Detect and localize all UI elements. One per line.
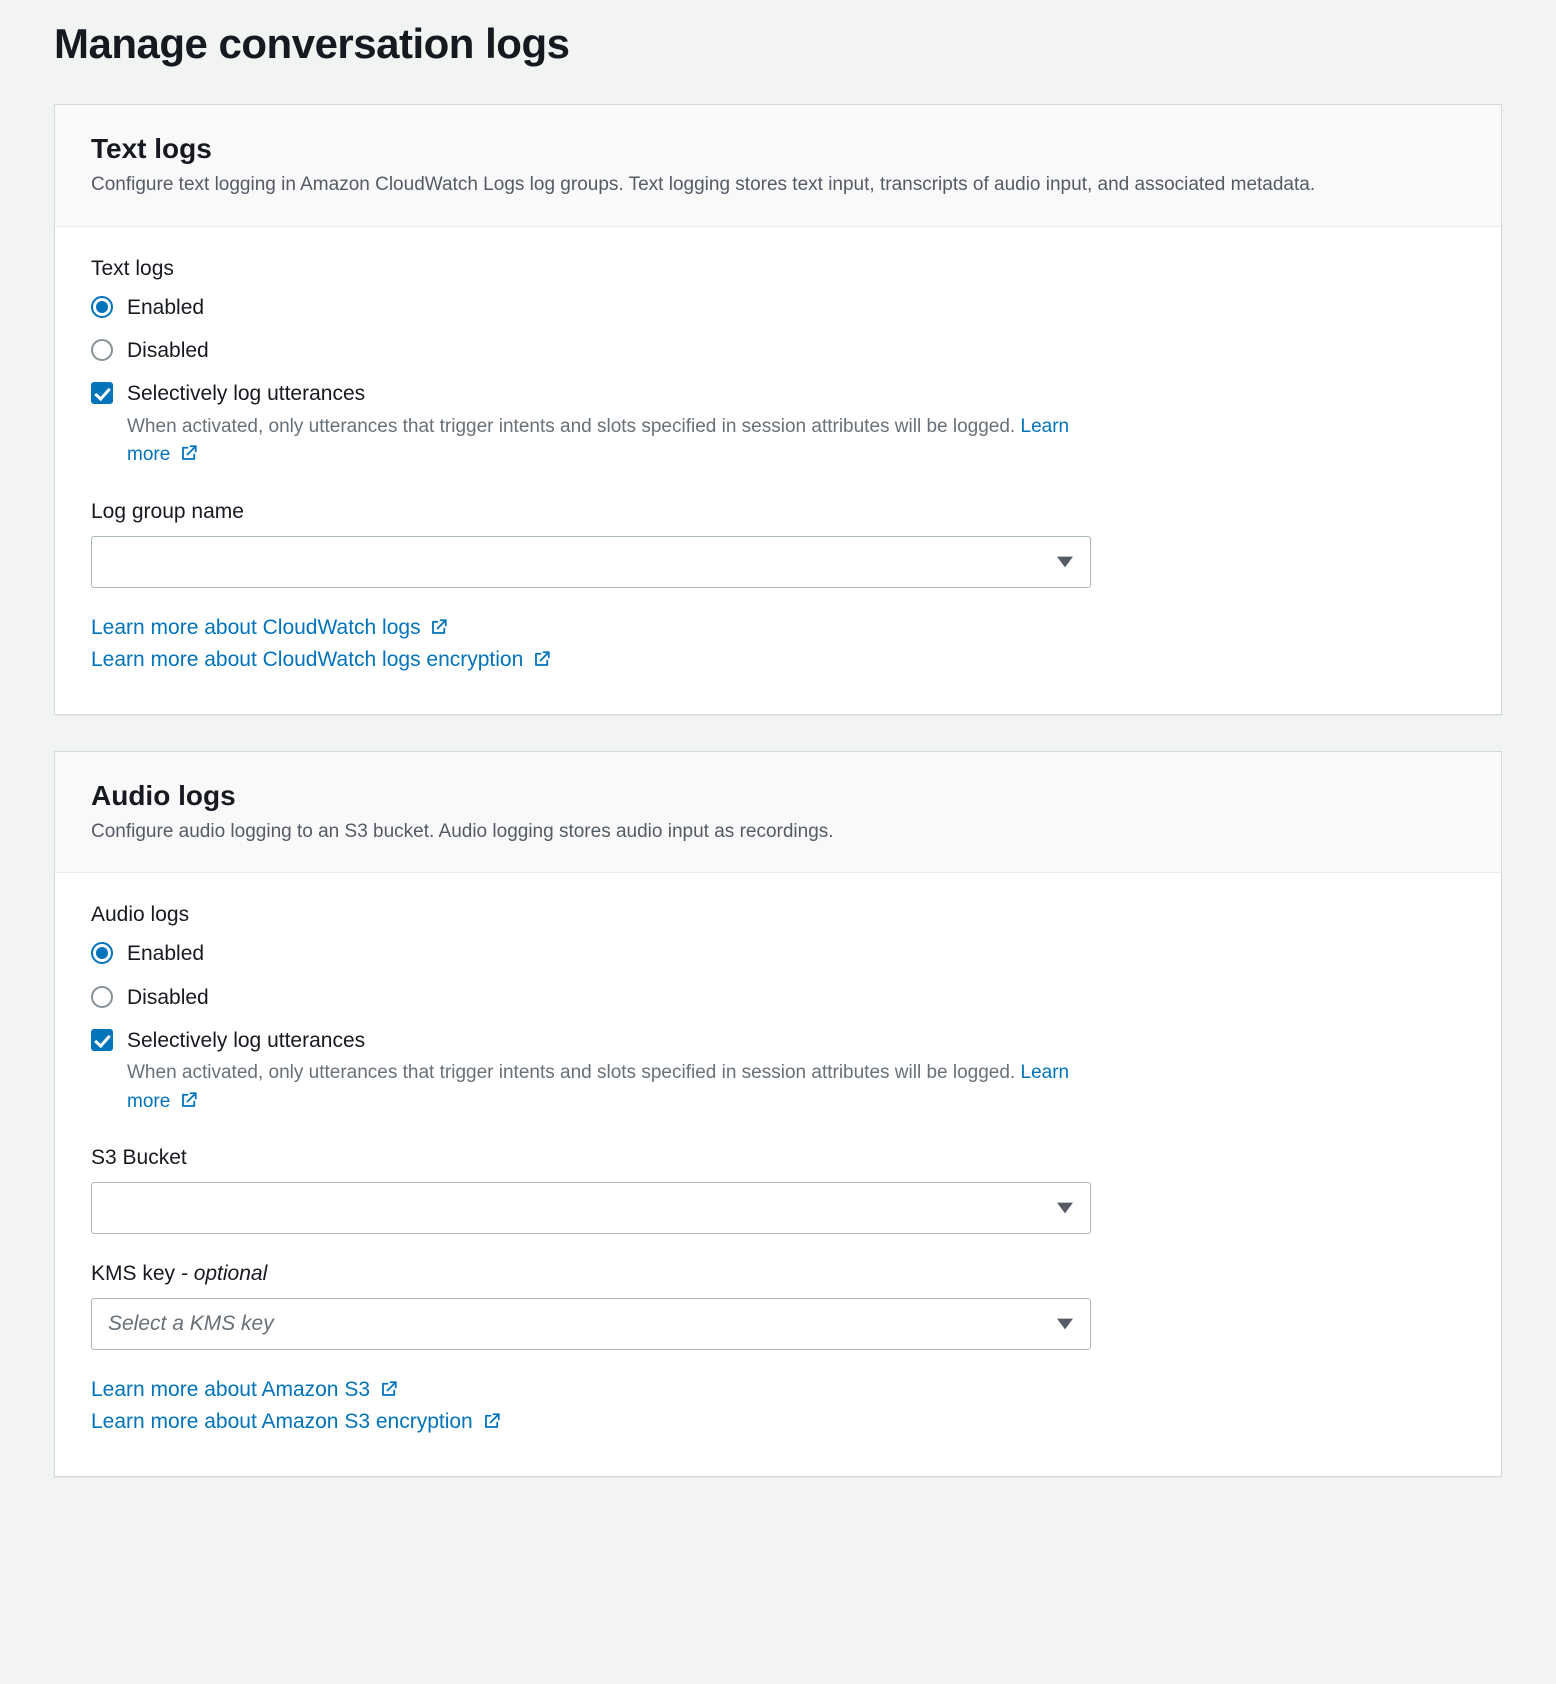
text-logs-title: Text logs <box>91 133 1465 165</box>
external-link-icon <box>430 618 448 642</box>
audio-logs-disabled-radio[interactable]: Disabled <box>91 983 1465 1012</box>
external-link-icon <box>380 1380 398 1404</box>
audio-logs-panel: Audio logs Configure audio logging to an… <box>54 751 1502 1478</box>
radio-label: Enabled <box>127 293 204 322</box>
link-text: Learn more about Amazon S3 encryption <box>91 1410 473 1433</box>
radio-icon <box>91 296 113 318</box>
kms-key-label: KMS key - optional <box>91 1262 1465 1286</box>
radio-icon <box>91 339 113 361</box>
checkbox-icon <box>91 1029 113 1051</box>
audio-logs-enabled-radio[interactable]: Enabled <box>91 939 1465 968</box>
log-group-name-select[interactable] <box>91 536 1091 588</box>
text-logs-panel: Text logs Configure text logging in Amaz… <box>54 104 1502 715</box>
audio-logs-header: Audio logs Configure audio logging to an… <box>55 752 1501 874</box>
link-text: Learn more about Amazon S3 <box>91 1378 370 1401</box>
s3-bucket-label: S3 Bucket <box>91 1146 1465 1170</box>
external-link-icon <box>180 443 198 472</box>
kms-key-select[interactable]: Select a KMS key <box>91 1298 1091 1350</box>
checkbox-label: Selectively log utterances <box>127 379 365 408</box>
external-link-icon <box>180 1090 198 1119</box>
audio-logs-description: Configure audio logging to an S3 bucket.… <box>91 818 1465 847</box>
checkbox-icon <box>91 382 113 404</box>
cloudwatch-logs-link[interactable]: Learn more about CloudWatch logs <box>91 616 448 639</box>
cloudwatch-encryption-link[interactable]: Learn more about CloudWatch logs encrypt… <box>91 648 551 671</box>
kms-placeholder: Select a KMS key <box>108 1312 274 1336</box>
audio-logs-radio-label: Audio logs <box>91 903 1465 927</box>
radio-label: Disabled <box>127 983 209 1012</box>
radio-icon <box>91 986 113 1008</box>
external-link-icon <box>483 1412 501 1436</box>
checkbox-label: Selectively log utterances <box>127 1026 365 1055</box>
amazon-s3-encryption-link[interactable]: Learn more about Amazon S3 encryption <box>91 1410 501 1433</box>
help-text: When activated, only utterances that tri… <box>127 416 1015 437</box>
link-text: Learn more about CloudWatch logs encrypt… <box>91 648 523 671</box>
kms-key-label-text: KMS key <box>91 1262 175 1285</box>
text-logs-description: Configure text logging in Amazon CloudWa… <box>91 171 1465 200</box>
radio-label: Disabled <box>127 336 209 365</box>
text-logs-enabled-radio[interactable]: Enabled <box>91 293 1465 322</box>
radio-icon <box>91 942 113 964</box>
link-text: Learn more about CloudWatch logs <box>91 616 421 639</box>
audio-logs-selective-help: When activated, only utterances that tri… <box>127 1059 1087 1118</box>
help-text: When activated, only utterances that tri… <box>127 1062 1015 1083</box>
audio-logs-title: Audio logs <box>91 780 1465 812</box>
text-logs-header: Text logs Configure text logging in Amaz… <box>55 105 1501 227</box>
external-link-icon <box>533 650 551 674</box>
log-group-name-label: Log group name <box>91 500 1465 524</box>
page-title: Manage conversation logs <box>54 20 1502 68</box>
amazon-s3-link[interactable]: Learn more about Amazon S3 <box>91 1378 398 1401</box>
radio-label: Enabled <box>127 939 204 968</box>
text-logs-selective-help: When activated, only utterances that tri… <box>127 413 1087 472</box>
text-logs-selective-checkbox[interactable]: Selectively log utterances <box>91 379 1465 408</box>
audio-logs-selective-checkbox[interactable]: Selectively log utterances <box>91 1026 1465 1055</box>
s3-bucket-select[interactable] <box>91 1182 1091 1234</box>
text-logs-radio-label: Text logs <box>91 257 1465 281</box>
text-logs-disabled-radio[interactable]: Disabled <box>91 336 1465 365</box>
kms-optional-text: - optional <box>175 1262 267 1285</box>
